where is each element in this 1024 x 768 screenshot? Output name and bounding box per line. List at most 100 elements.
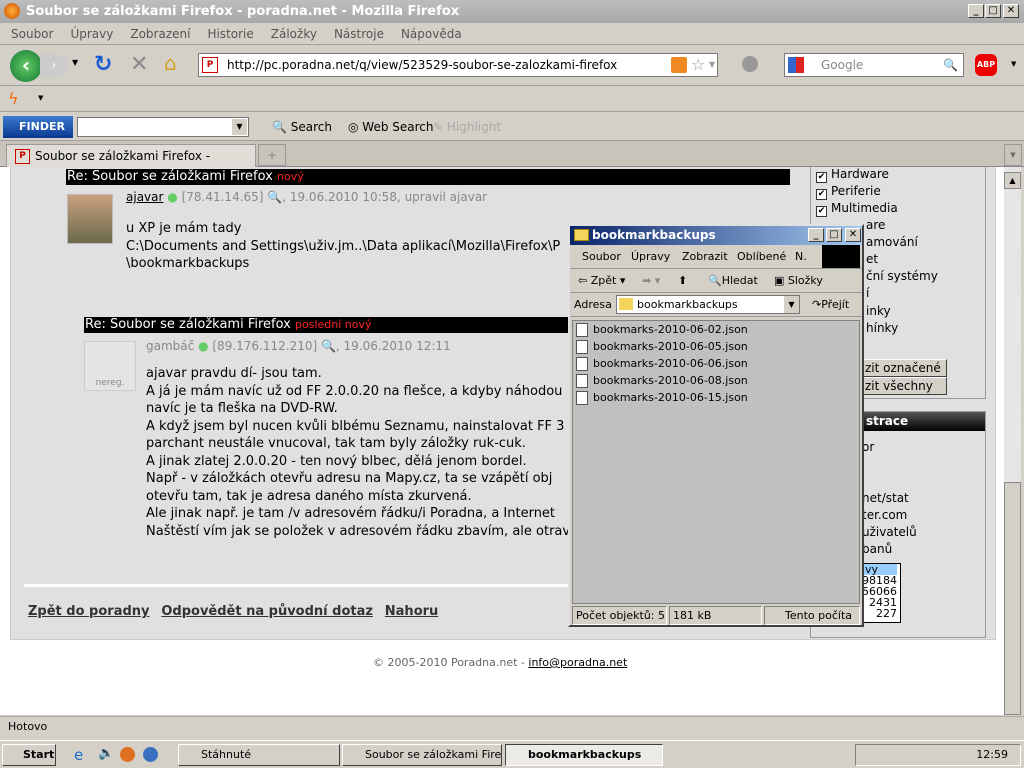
json-file-icon [576,357,588,371]
category-item[interactable]: ční systémy [866,269,938,283]
url-text[interactable]: http://pc.poradna.net/q/view/523529-soub… [227,58,617,72]
folder-up-icon[interactable]: ⬆ [678,269,687,292]
top-link[interactable]: Nahoru [385,604,439,619]
file-item[interactable]: bookmarks-2010-06-05.json [573,338,859,355]
clock: 12:59 [976,748,1008,761]
admin-link[interactable]: banů [862,542,892,556]
explorer-close-button[interactable]: ✕ [845,228,861,242]
addon-icon[interactable] [742,56,758,72]
menu-soubor[interactable]: Soubor [11,27,53,41]
new-tab-button[interactable]: + [258,144,286,166]
explorer-menu-soubor[interactable]: Soubor [582,245,621,268]
admin-link[interactable]: net/stat [862,491,909,505]
go-button[interactable]: ↷Přejít [812,293,849,316]
explorer-statusbar: Počet objektů: 5 181 kB Tento počíta [572,606,860,625]
address-input[interactable]: bookmarkbackups ▼ [616,295,800,314]
google-search-input[interactable]: Google 🔍 [784,53,964,77]
google-engine-icon[interactable] [788,57,804,73]
explorer-menu-more[interactable]: N. [795,245,807,268]
divider [24,584,584,587]
category-item[interactable]: hínky [866,321,898,335]
tab-favicon: P [15,149,30,164]
lightning-icon[interactable]: ϟ [8,89,19,108]
lightning-dropdown-icon[interactable]: ▼ [38,94,43,102]
explorer-back-button[interactable]: ⇦ Zpět ▾ [578,269,625,292]
category-item[interactable]: í [866,286,869,300]
explorer-menu-zobrazit[interactable]: Zobrazit [682,245,728,268]
volume-icon[interactable]: 🔈 [98,746,114,761]
back-to-forum-link[interactable]: Zpět do poradny [28,604,150,619]
file-item[interactable]: bookmarks-2010-06-06.json [573,355,859,372]
start-button[interactable]: Start [2,744,56,766]
menu-zobrazeni[interactable]: Zobrazení [130,27,190,41]
reply-link[interactable]: Odpovědět na původní dotaz [161,604,373,619]
taskbar-item-explorer[interactable]: bookmarkbackups [505,744,663,766]
bookmark-star-icon[interactable]: ☆ [691,54,705,76]
adblock-button[interactable]: ABP [975,54,997,76]
stop-icon[interactable]: ✕ [130,52,148,77]
finder-search-button[interactable]: 🔍 Search [272,113,332,141]
search-magnifier-icon[interactable]: 🔍 [943,54,958,76]
explorer-minimize-button[interactable]: _ [808,228,824,242]
reload-icon[interactable]: ↻ [94,52,112,77]
explorer-folders-button[interactable]: ▣ Složky [774,269,823,292]
finder-web-search-button[interactable]: ◎ Web Search [348,113,434,141]
tab-list-button[interactable]: ▼ [1004,144,1022,166]
category-item[interactable]: inky [866,304,891,318]
finder-logo[interactable]: FINDER [3,116,73,138]
file-item[interactable]: bookmarks-2010-06-08.json [573,372,859,389]
category-item[interactable]: et [866,252,878,266]
home-icon[interactable]: ⌂ [164,51,177,75]
avatar-unregistered: nereg. [84,341,136,391]
explorer-search-button[interactable]: 🔍Hledat [708,269,758,292]
finder-highlight-button[interactable]: ✎ Highlight [433,113,501,141]
category-item[interactable]: ✔ Hardware [816,167,889,183]
menu-nastroje[interactable]: Nástroje [334,27,384,41]
menu-bar: Soubor Úpravy Zobrazení Historie Záložky Nást… [0,23,1024,45]
file-item[interactable]: bookmarks-2010-06-15.json [573,389,859,406]
toolbar-overflow-icon[interactable]: ▼ [1011,60,1016,68]
post-body: u XP je mám tady C:\Documents and Setting… [126,221,561,271]
url-dropdown-icon[interactable]: ▼ [709,54,715,76]
maximize-button[interactable]: □ [985,4,1001,18]
minimize-button[interactable]: _ [968,4,984,18]
file-item[interactable]: bookmarks-2010-06-02.json [573,321,859,338]
taskbar-item-stahnute[interactable]: Stáhnuté [178,744,340,766]
navigation-toolbar: ‹ › ▼ ↻ ✕ ⌂ P http://pc.poradna.net/q/vi… [0,46,1024,86]
admin-link[interactable]: uživatelů [862,525,917,539]
explorer-titlebar: bookmarkbackups _ □ ✕ [570,226,862,245]
finder-dropdown-icon[interactable]: ▼ [232,119,247,135]
taskbar-item-firefox[interactable]: Soubor se záložkami Firef... [342,744,502,766]
rss-icon[interactable] [671,57,687,73]
explorer-maximize-button[interactable]: □ [826,228,842,242]
email-link[interactable]: info@poradna.net [528,656,627,669]
thunderbird-icon[interactable] [143,747,158,762]
vertical-scrollbar[interactable]: ▲ [1004,167,1021,715]
explorer-menu-upravy[interactable]: Úpravy [631,245,670,268]
close-button[interactable]: ✕ [1003,4,1019,18]
scroll-up-button[interactable]: ▲ [1004,172,1021,189]
forward-button[interactable]: › [40,54,68,78]
scroll-thumb[interactable] [1004,482,1021,715]
menu-upravy[interactable]: Úpravy [70,27,113,41]
admin-link[interactable]: ter.com [862,508,907,522]
post-meta: ajavar ● [78.41.14.65] 🔍, 19.06.2010 10:… [126,190,488,204]
back-button[interactable]: ‹ [10,50,42,82]
firefox-quicklaunch-icon[interactable] [120,747,135,762]
ie-icon[interactable]: e [74,746,83,764]
explorer-menu-oblibene[interactable]: Oblíbené [737,245,786,268]
history-dropdown-icon[interactable]: ▼ [72,58,78,67]
category-item[interactable]: ✔ Multimedia [816,201,898,217]
tab-current[interactable]: P Soubor se záložkami Firefox - porad... [6,144,256,185]
category-item[interactable]: ✔ Periferie [816,184,881,200]
author-link[interactable]: ajavar [126,190,163,204]
explorer-forward-button[interactable]: ➡ ▾ [642,269,660,292]
category-item[interactable]: amování [866,235,918,249]
finder-search-input[interactable]: ▼ [77,117,249,137]
menu-historie[interactable]: Historie [207,27,253,41]
address-dropdown-icon[interactable]: ▼ [784,296,799,313]
url-bar[interactable]: P http://pc.poradna.net/q/view/523529-so… [198,53,718,77]
menu-zalozky[interactable]: Záložky [271,27,317,41]
menu-napoveda[interactable]: Nápověda [401,27,462,41]
category-item[interactable]: are [866,218,885,232]
